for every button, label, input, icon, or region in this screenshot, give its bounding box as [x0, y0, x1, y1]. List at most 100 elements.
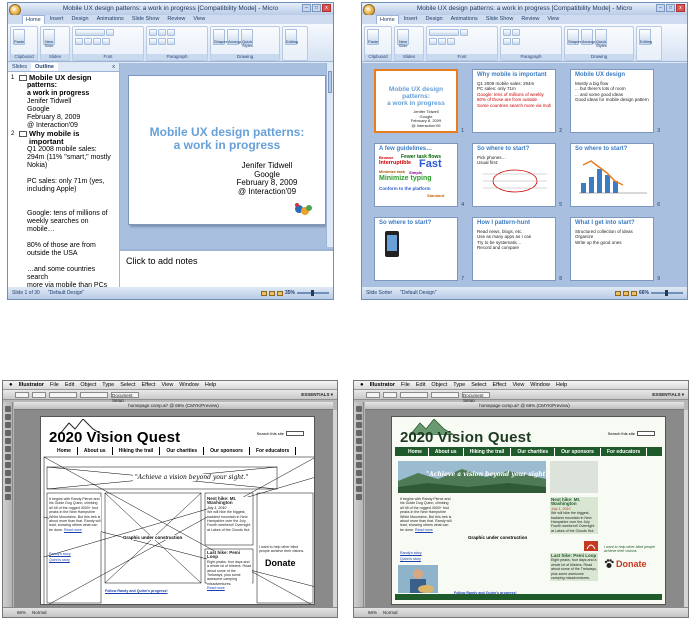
- search-input[interactable]: [637, 431, 655, 436]
- arrange-button[interactable]: Arrange: [227, 29, 242, 45]
- randys-story-link[interactable]: Randy's story: [400, 551, 422, 555]
- menu-type[interactable]: Type: [453, 382, 465, 388]
- close-icon[interactable]: x: [676, 4, 685, 12]
- zoom-slider[interactable]: [297, 290, 329, 296]
- gradient-tool-icon[interactable]: [4, 470, 11, 476]
- donate-heading[interactable]: Donate: [616, 559, 647, 569]
- tab-animations[interactable]: Animations: [448, 15, 481, 24]
- nav-hiking[interactable]: Hiking the trail: [464, 447, 512, 456]
- slide-thumbnail-1[interactable]: Mobile UX design patterns: a work in prog…: [374, 69, 458, 133]
- slide-thumbnail-2[interactable]: Why mobile is important Q1 2008 mobile s…: [472, 69, 556, 133]
- pen-tool-icon[interactable]: [355, 422, 362, 428]
- menu-type[interactable]: Type: [102, 382, 114, 388]
- vertical-scrollbar[interactable]: [684, 410, 688, 607]
- shapes-button[interactable]: Shapes: [213, 29, 228, 45]
- slide-title[interactable]: Mobile UX design patterns: a work in pro…: [129, 126, 325, 152]
- slide-thumbnail[interactable]: Why mobile is important Q1 2008 mobile s…: [472, 69, 562, 134]
- nav-educators[interactable]: For educators: [250, 447, 297, 455]
- doc-setup-button[interactable]: Document Setup: [462, 391, 490, 403]
- close-icon[interactable]: x: [322, 4, 331, 12]
- minimize-icon[interactable]: –: [302, 4, 311, 12]
- menu-illustrator[interactable]: Illustrator: [370, 382, 395, 388]
- tab-animations[interactable]: Animations: [94, 15, 127, 24]
- apple-menu-icon[interactable]: ●: [9, 382, 13, 388]
- bullets-button[interactable]: [503, 29, 511, 36]
- menu-illustrator[interactable]: Illustrator: [19, 382, 44, 388]
- slide-thumbnail-6[interactable]: So where to start?: [570, 143, 654, 207]
- direct-select-tool-icon[interactable]: [4, 414, 11, 420]
- nav-about-us[interactable]: About us: [78, 447, 113, 455]
- tab-outline[interactable]: Outline: [30, 63, 58, 71]
- new-slide-button[interactable]: New Slide: [397, 29, 409, 48]
- bold-button[interactable]: [429, 38, 437, 45]
- read-more-link[interactable]: Read more: [207, 586, 225, 590]
- slide-thumbnail[interactable]: Mobile UX design patterns: a work in prog…: [374, 69, 464, 134]
- font-size-dropdown[interactable]: [460, 29, 468, 36]
- slideshow-view-icon[interactable]: [276, 290, 283, 296]
- editing-button[interactable]: Editing: [285, 29, 298, 45]
- rotate-tool-icon[interactable]: [4, 454, 11, 460]
- align-center-button[interactable]: [512, 38, 520, 45]
- menu-select[interactable]: Select: [471, 382, 486, 388]
- paste-button[interactable]: Paste: [367, 29, 379, 45]
- style-dropdown[interactable]: [49, 391, 77, 398]
- tab-slide-show[interactable]: Slide Show: [129, 15, 163, 24]
- menu-view[interactable]: View: [161, 382, 173, 388]
- vertical-scrollbar[interactable]: [333, 410, 337, 607]
- underline-button[interactable]: [93, 38, 101, 45]
- direct-select-tool-icon[interactable]: [355, 414, 362, 420]
- numbering-button[interactable]: [512, 29, 520, 36]
- opacity-field[interactable]: [431, 391, 459, 398]
- numbering-button[interactable]: [158, 29, 166, 36]
- quinns-story-link[interactable]: Quinn's story: [49, 558, 70, 562]
- selection-tool-icon[interactable]: [4, 406, 11, 412]
- gradient-tool-icon[interactable]: [355, 470, 362, 476]
- read-more-link[interactable]: Read more: [64, 528, 82, 532]
- current-slide[interactable]: Mobile UX design patterns: a work in pro…: [128, 75, 326, 225]
- donate-heading[interactable]: Donate: [265, 558, 296, 568]
- rectangle-tool-icon[interactable]: [4, 438, 11, 444]
- rotate-tool-icon[interactable]: [355, 454, 362, 460]
- new-slide-button[interactable]: New Slide: [43, 29, 55, 48]
- slideshow-view-icon[interactable]: [630, 290, 637, 296]
- minimize-icon[interactable]: –: [656, 4, 665, 12]
- selection-tool-icon[interactable]: [355, 406, 362, 412]
- fill-swatch[interactable]: [366, 391, 380, 398]
- tab-review[interactable]: Review: [164, 15, 188, 24]
- nav-educators[interactable]: For educators: [601, 447, 648, 456]
- nav-charities[interactable]: Our charities: [160, 447, 205, 455]
- brush-tool-icon[interactable]: [355, 446, 362, 452]
- tab-home[interactable]: Home: [22, 15, 45, 24]
- zoom-tool-icon[interactable]: [355, 494, 362, 500]
- menu-file[interactable]: File: [401, 382, 410, 388]
- style-dropdown[interactable]: [400, 391, 428, 398]
- type-tool-icon[interactable]: [4, 430, 11, 436]
- slide-thumbnail[interactable]: How I pattern-hunt Read news, blogs, etc…: [472, 217, 562, 282]
- align-right-button[interactable]: [167, 38, 175, 45]
- stroke-swatch[interactable]: [32, 391, 46, 398]
- follow-link[interactable]: Follow Randy and Quinn's progress!: [105, 589, 168, 593]
- zoom-level[interactable]: 66%: [17, 610, 26, 615]
- office-button-icon[interactable]: [363, 4, 375, 15]
- slide-thumbnail-9[interactable]: What I get into start? Structured collec…: [570, 217, 654, 281]
- menu-object[interactable]: Object: [431, 382, 447, 388]
- menu-effect[interactable]: Effect: [493, 382, 507, 388]
- slide-thumbnail-7[interactable]: So where to start?: [374, 217, 458, 281]
- menu-window[interactable]: Window: [530, 382, 550, 388]
- zoom-slider[interactable]: [651, 290, 683, 296]
- slide-thumbnail-4[interactable]: A few guidelines… Browse Fewer task flow…: [374, 143, 458, 207]
- tab-insert[interactable]: Insert: [401, 15, 421, 24]
- italic-button[interactable]: [84, 38, 92, 45]
- tab-view[interactable]: View: [544, 15, 562, 24]
- italic-button[interactable]: [438, 38, 446, 45]
- nav-hiking[interactable]: Hiking the trail: [113, 447, 161, 455]
- slide-subtitle[interactable]: Jenifer Tidwell Google February 8, 2009 …: [209, 161, 325, 196]
- pen-tool-icon[interactable]: [4, 422, 11, 428]
- maximize-icon[interactable]: □: [312, 4, 321, 12]
- menu-edit[interactable]: Edit: [65, 382, 74, 388]
- font-color-button[interactable]: [102, 38, 110, 45]
- apple-menu-icon[interactable]: ●: [360, 382, 364, 388]
- doc-setup-button[interactable]: Document Setup: [111, 391, 139, 403]
- menu-select[interactable]: Select: [120, 382, 135, 388]
- menu-edit[interactable]: Edit: [416, 382, 425, 388]
